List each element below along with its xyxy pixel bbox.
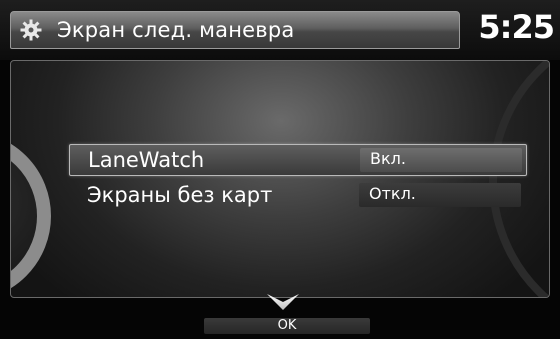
gear-icon (20, 19, 42, 41)
menu-item-lanewatch[interactable]: LaneWatch Вкл. (69, 144, 527, 176)
page-title: Экран след. маневра (57, 18, 295, 42)
header: Экран след. маневра 5:25 (0, 0, 560, 60)
menu-item-value: Вкл. (370, 149, 406, 168)
menu-item-label: LaneWatch (88, 148, 205, 172)
chevron-down-icon[interactable] (266, 293, 300, 311)
clock: 5:25 (478, 8, 555, 46)
menu-item-value-box: Вкл. (360, 148, 522, 172)
ok-button[interactable]: OK (204, 318, 370, 334)
settings-panel: LaneWatch Вкл. Экраны без карт Откл. (10, 60, 550, 298)
menu-item-value: Откл. (369, 184, 416, 203)
title-bar: Экран след. маневра (10, 11, 460, 49)
menu-item-label: Экраны без карт (87, 183, 273, 207)
dial-decoration (11, 131, 51, 297)
ok-label: OK (277, 318, 297, 333)
menu-item-value-box: Откл. (359, 183, 521, 207)
menu-item-no-map-screens[interactable]: Экраны без карт Откл. (69, 180, 527, 212)
arc-decoration (489, 61, 549, 297)
nav-screen: Экран след. маневра 5:25 LaneWatch Вкл. … (0, 0, 560, 339)
